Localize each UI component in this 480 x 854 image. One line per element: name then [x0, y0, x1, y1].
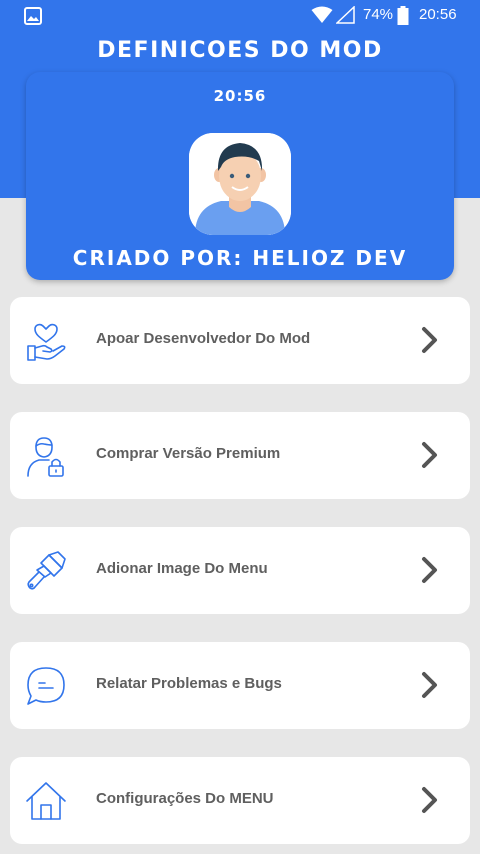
chat-bubble-icon [25, 665, 67, 707]
image-notification-icon [24, 7, 42, 29]
paint-brush-icon [25, 550, 67, 592]
avatar [189, 133, 291, 235]
chevron-right-icon [417, 785, 443, 819]
wifi-icon [311, 6, 333, 28]
chevron-right-icon [417, 670, 443, 704]
menu-item-buy-premium[interactable]: Comprar Versão Premium [10, 412, 470, 499]
menu-item-label: Adionar Image Do Menu [96, 560, 268, 577]
signal-icon [335, 5, 356, 28]
menu-item-label: Relatar Problemas e Bugs [96, 675, 282, 692]
menu-item-label: Comprar Versão Premium [96, 445, 281, 462]
profile-card: 20:56 CRIADO POR: HELIOZ DEV [26, 72, 454, 280]
menu-item-support-developer[interactable]: Apoar Desenvolvedor Do Mod [10, 297, 470, 384]
chevron-right-icon [417, 325, 443, 359]
menu-item-label: Configurações Do MENU [96, 790, 274, 807]
creator-credit: CRIADO POR: HELIOZ DEV [72, 246, 408, 270]
menu-item-menu-settings[interactable]: Configurações Do MENU [10, 757, 470, 844]
battery-percentage: 74% [363, 6, 394, 23]
menu-item-add-menu-image[interactable]: Adionar Image Do Menu [10, 527, 470, 614]
menu-item-label: Apoar Desenvolvedor Do Mod [96, 330, 311, 347]
card-time: 20:56 [213, 87, 267, 105]
page-title: DEFINICOES DO MOD [97, 38, 383, 63]
status-time: 20:56 [419, 6, 457, 23]
user-lock-icon [25, 435, 67, 477]
chevron-right-icon [417, 440, 443, 474]
status-bar: 74% 20:56 [0, 0, 480, 32]
chevron-right-icon [417, 555, 443, 589]
home-icon [25, 780, 67, 822]
battery-icon [397, 6, 409, 30]
heart-hand-icon [25, 320, 67, 362]
menu-item-report-bugs[interactable]: Relatar Problemas e Bugs [10, 642, 470, 729]
